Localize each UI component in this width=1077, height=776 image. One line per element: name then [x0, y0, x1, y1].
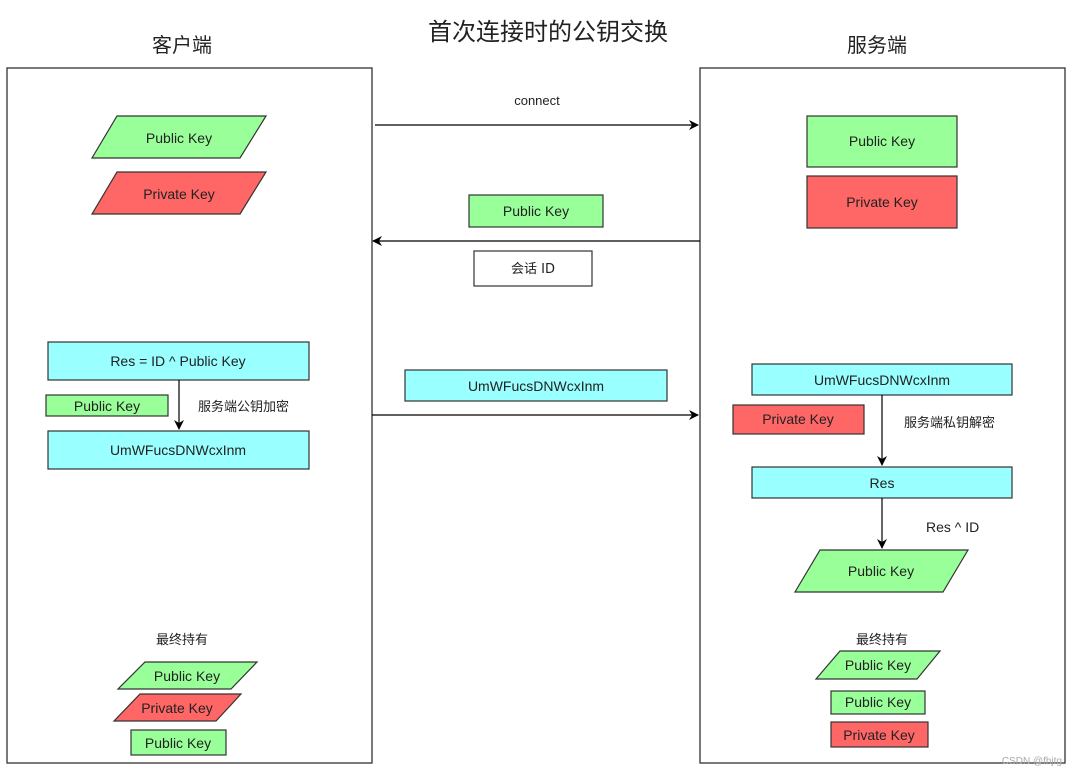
client-ciphertext: UmWFucsDNWcxInm: [47, 430, 310, 470]
message-ciphertext: UmWFucsDNWcxInm: [404, 369, 668, 402]
client-res-formula: Res = ID ^ Public Key: [47, 341, 310, 381]
message-public-key-label: Public Key: [503, 203, 569, 219]
server-final-key-3: Private Key: [830, 721, 929, 748]
client-final-key-3-label: Public Key: [145, 735, 211, 751]
server-public-key-label: Public Key: [849, 133, 915, 149]
decrypt-private-key-label: Private Key: [762, 411, 834, 427]
connect-label: connect: [514, 93, 560, 108]
message-session-id: 会话 ID: [473, 250, 593, 287]
server-final-key-1-label: Public Key: [845, 657, 911, 673]
server-recovered-key: Public Key: [793, 549, 970, 593]
server-public-key-shape: Public Key: [806, 115, 958, 168]
client-final-key-2-label: Private Key: [141, 700, 213, 716]
server-final-key-2-label: Public Key: [845, 694, 911, 710]
server-label: 服务端: [847, 33, 907, 57]
xor-label: Res ^ ID: [926, 519, 979, 535]
client-private-key-shape: Private Key: [90, 171, 268, 215]
client-final-key-1-label: Public Key: [154, 668, 220, 684]
server-final-key-3-label: Private Key: [843, 727, 915, 743]
server-res: Res: [751, 466, 1013, 499]
client-server-public-key: Public Key: [45, 394, 169, 417]
server-final-key-2: Public Key: [830, 690, 926, 715]
client-public-key-shape: Public Key: [90, 115, 268, 159]
server-public-key-text: Public Key: [74, 398, 140, 414]
server-final-label: 最终持有: [856, 632, 908, 648]
client-label: 客户端: [152, 33, 212, 57]
server-private-key-label: Private Key: [846, 194, 918, 210]
client-public-key-label: Public Key: [146, 130, 212, 146]
server-res-label: Res: [870, 475, 895, 491]
client-final-label: 最终持有: [156, 632, 208, 648]
server-ciphertext-label: UmWFucsDNWcxInm: [814, 372, 950, 388]
watermark: CSDN @fhjtg: [1002, 756, 1062, 767]
server-ciphertext: UmWFucsDNWcxInm: [751, 363, 1013, 396]
diagram-title: 首次连接时的公钥交换: [428, 18, 668, 46]
message-public-key: Public Key: [468, 194, 604, 228]
diagram-canvas: 首次连接时的公钥交换 客户端 服务端 Public Key Private Ke…: [6, 18, 1066, 767]
res-formula-label: Res = ID ^ Public Key: [110, 353, 245, 369]
recovered-key-label: Public Key: [848, 563, 914, 579]
server-decrypt-private-key: Private Key: [732, 404, 865, 435]
client-private-key-label: Private Key: [143, 186, 215, 202]
client-final-key-3: Public Key: [130, 729, 227, 756]
session-id-label: 会话 ID: [511, 262, 555, 277]
decrypt-label: 服务端私钥解密: [904, 415, 995, 431]
encrypt-label: 服务端公钥加密: [198, 399, 289, 415]
message-ciphertext-label: UmWFucsDNWcxInm: [468, 378, 604, 394]
client-ciphertext-label: UmWFucsDNWcxInm: [110, 442, 246, 458]
server-private-key-shape: Private Key: [806, 175, 958, 229]
